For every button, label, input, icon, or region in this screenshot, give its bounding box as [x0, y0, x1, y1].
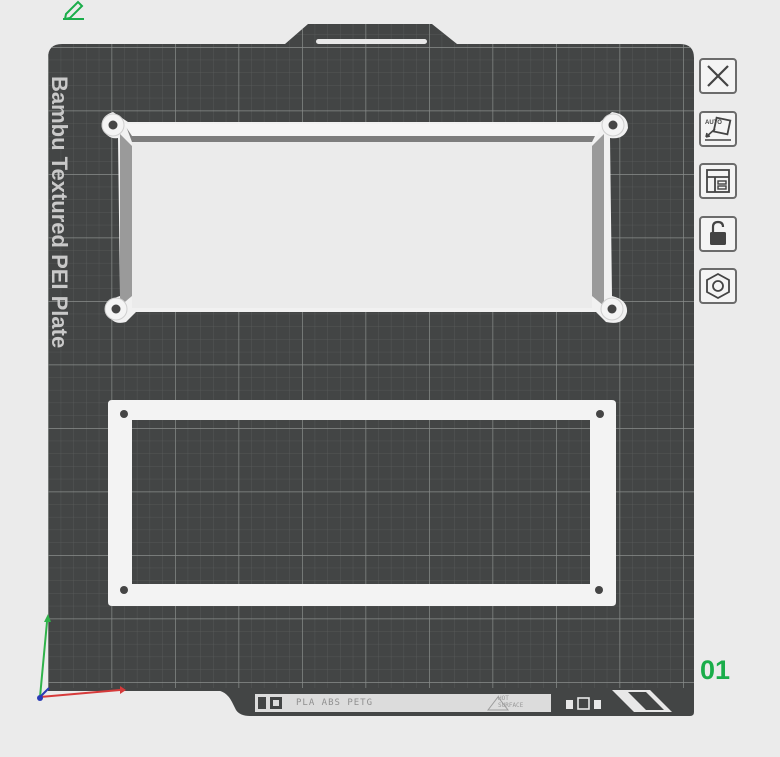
svg-text:AUTO: AUTO	[705, 120, 722, 126]
plate-handle	[316, 39, 427, 44]
lock-plate-button[interactable]	[699, 216, 737, 252]
hot-surface-label: HOT SURFACE	[498, 695, 524, 709]
plate-settings-button[interactable]	[699, 268, 737, 304]
3d-viewport[interactable]	[0, 0, 780, 752]
arrange-button[interactable]	[699, 163, 737, 199]
auto-orient-icon: AUTO	[705, 116, 732, 141]
close-plate-button[interactable]	[699, 58, 737, 94]
model-frame-raised[interactable]	[101, 112, 628, 323]
plate-name-label: Bambu Textured PEI Plate	[47, 76, 72, 349]
plate-settings-icon	[706, 272, 730, 300]
build-plate-scene[interactable]	[0, 0, 780, 752]
filament-type-label: PLA ABS PETG	[296, 698, 374, 708]
plate-number[interactable]: 01	[700, 652, 760, 688]
arrange-icon	[706, 169, 730, 193]
auto-orient-button[interactable]: AUTO	[699, 111, 737, 147]
close-icon	[707, 65, 729, 87]
edit-icon[interactable]	[60, 0, 88, 20]
lock-icon	[710, 220, 726, 245]
